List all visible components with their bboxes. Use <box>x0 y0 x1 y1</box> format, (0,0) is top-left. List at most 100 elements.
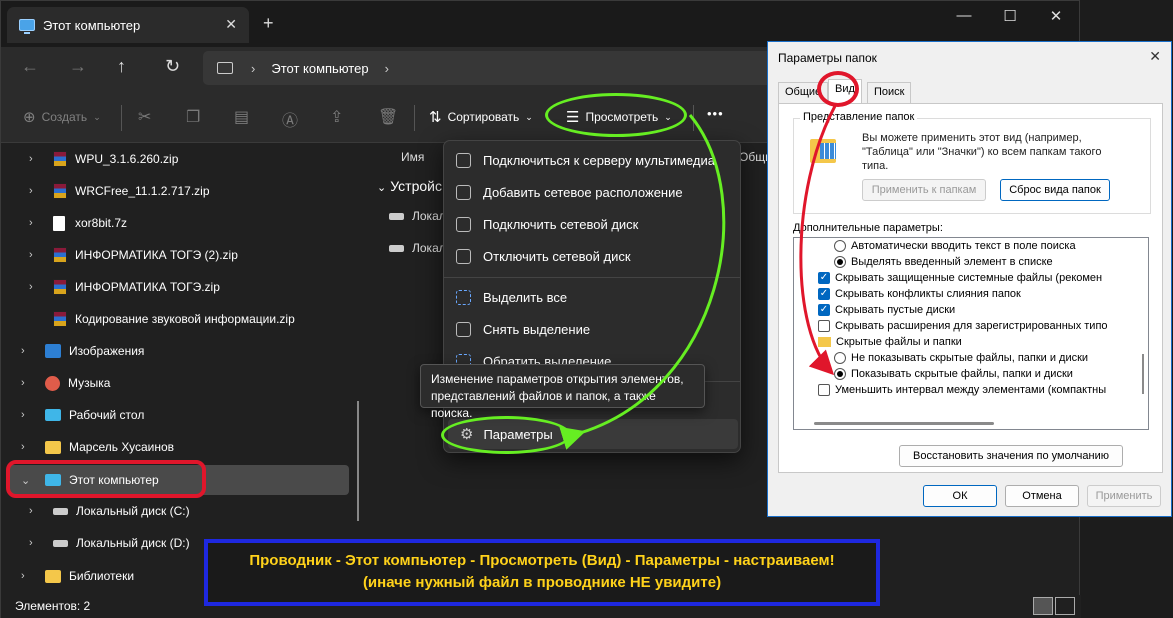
apply-button[interactable]: Применить <box>1087 485 1161 507</box>
checkbox[interactable] <box>818 320 830 332</box>
group-header[interactable]: ⌄ Устройс <box>377 178 442 194</box>
sidebar-item[interactable]: › WRCFree_11.1.2.717.zip <box>29 176 210 206</box>
menu-item-map-drive[interactable]: Подключить сетевой диск <box>444 209 740 239</box>
create-button[interactable]: ⊕ Создать ⌄ <box>23 108 101 126</box>
sidebar-item-drive-c[interactable]: › Локальный диск (C:) <box>29 496 190 526</box>
checkbox[interactable]: ✓ <box>818 288 830 300</box>
restore-defaults-button[interactable]: Восстановить значения по умолчанию <box>899 445 1123 467</box>
menu-divider <box>444 277 740 278</box>
sidebar-item-desktop[interactable]: › Рабочий стол <box>21 400 144 430</box>
reset-folders-button[interactable]: Сброс вида папок <box>1000 179 1110 201</box>
apply-to-folders-button[interactable]: Применить к папкам <box>862 179 986 201</box>
sidebar-item-user-folder[interactable]: › Марсель Хусаинов <box>21 432 174 462</box>
up-icon[interactable]: ↑ <box>117 56 126 77</box>
breadcrumb-separator[interactable]: › <box>385 61 389 76</box>
option-group-hidden-files: Скрытые файлы и папки <box>818 334 962 350</box>
radio-button[interactable] <box>834 240 846 252</box>
menu-item-network-location[interactable]: Добавить сетевое расположение <box>444 177 740 207</box>
details-view-icon[interactable] <box>1033 597 1053 615</box>
advanced-settings-list[interactable]: Автоматически вводить текст в поле поиск… <box>793 237 1149 430</box>
column-header-name[interactable]: Имя <box>401 150 424 164</box>
refresh-icon[interactable]: ↻ <box>165 56 180 77</box>
dialog-title: Параметры папок <box>778 51 877 65</box>
sidebar-item-label: Локальный диск (D:) <box>76 536 190 550</box>
option-hide-merge-conflicts[interactable]: ✓ Скрывать конфликты слияния папок <box>818 286 1021 302</box>
chevron-right-icon[interactable]: › <box>21 570 35 582</box>
option-select-typed-item[interactable]: Выделять введенный элемент в списке <box>834 254 1053 270</box>
sidebar-item-music[interactable]: › Музыка <box>21 368 110 398</box>
menu-item-select-none[interactable]: Снять выделение <box>444 314 740 344</box>
chevron-right-icon[interactable]: › <box>29 249 43 261</box>
option-auto-type-search[interactable]: Автоматически вводить текст в поле поиск… <box>834 238 1076 254</box>
sidebar-item-label: Музыка <box>68 376 111 390</box>
folder-icon <box>45 569 61 583</box>
checkbox[interactable]: ✓ <box>818 272 830 284</box>
cut-icon[interactable]: ✂ <box>138 107 151 127</box>
option-dont-show-hidden[interactable]: Не показывать скрытые файлы, папки и дис… <box>834 350 1088 366</box>
sidebar-item[interactable]: Кодирование звуковой информации.zip <box>53 304 295 334</box>
tab-this-pc[interactable]: Этот компьютер ✕ <box>7 7 249 43</box>
sidebar-item-pictures[interactable]: › Изображения <box>21 336 144 366</box>
option-hide-protected-files[interactable]: ✓ Скрывать защищенные системные файлы (ре… <box>818 270 1102 286</box>
drive-icon <box>53 539 68 547</box>
option-hide-extensions[interactable]: Скрывать расширения для зарегистрированн… <box>818 318 1108 334</box>
sidebar-item[interactable]: › ИНФОРМАТИКА ТОГЭ.zip <box>29 272 220 302</box>
address-field[interactable]: › Этот компьютер › <box>203 51 773 85</box>
chevron-right-icon[interactable]: › <box>21 409 35 421</box>
sidebar-item[interactable]: › ИНФОРМАТИКА ТОГЭ (2).zip <box>29 240 238 270</box>
chevron-right-icon[interactable]: › <box>29 505 43 517</box>
dialog-close-icon[interactable]: ✕ <box>1149 48 1161 65</box>
chevron-right-icon[interactable]: › <box>29 281 43 293</box>
list-scrollbar[interactable] <box>1142 354 1144 394</box>
drive-icon <box>389 244 404 252</box>
option-label: Скрывать защищенные системные файлы (рек… <box>835 272 1103 284</box>
menu-item-media-server[interactable]: Подключиться к серверу мультимедиа <box>444 145 740 175</box>
delete-icon[interactable]: 🗑 <box>378 107 398 127</box>
new-tab-button[interactable]: + <box>263 13 274 34</box>
content-item-drive[interactable]: Локал <box>389 241 446 255</box>
list-horizontal-scrollbar[interactable] <box>814 422 994 425</box>
chevron-right-icon[interactable]: › <box>29 537 43 549</box>
rename-icon[interactable]: Ⓐ <box>282 107 298 131</box>
option-hide-empty-drives[interactable]: ✓ Скрывать пустые диски <box>818 302 955 318</box>
sidebar-item-drive-d[interactable]: › Локальный диск (D:) <box>29 528 190 558</box>
chevron-right-icon[interactable]: › <box>29 153 43 165</box>
tab-search[interactable]: Поиск <box>867 82 912 104</box>
menu-item-select-all[interactable]: Выделить все <box>444 282 740 312</box>
chevron-right-icon[interactable]: › <box>21 345 35 357</box>
sidebar-scrollbar[interactable] <box>357 401 359 521</box>
radio-button[interactable] <box>834 352 846 364</box>
share-icon[interactable]: ⇪ <box>330 107 343 127</box>
option-show-hidden[interactable]: Показывать скрытые файлы, папки и диски <box>834 366 1073 382</box>
chevron-right-icon[interactable]: › <box>21 441 35 453</box>
radio-button[interactable] <box>834 368 846 380</box>
chevron-right-icon[interactable]: › <box>29 185 43 197</box>
forward-icon[interactable]: → <box>69 56 87 77</box>
option-compact-spacing[interactable]: Уменьшить интервал между элементами (ком… <box>818 382 1106 398</box>
menu-item-disconnect-drive[interactable]: Отключить сетевой диск <box>444 241 740 271</box>
sidebar-item[interactable]: › WPU_3.1.6.260.zip <box>29 144 178 174</box>
back-icon[interactable]: ← <box>21 56 39 77</box>
tab-close-icon[interactable]: ✕ <box>225 16 237 33</box>
checkbox[interactable] <box>818 384 830 396</box>
menu-item-label: Подключить сетевой диск <box>483 216 639 232</box>
paste-icon[interactable]: ▤ <box>234 107 249 127</box>
chevron-right-icon[interactable]: › <box>21 377 35 389</box>
content-item-drive[interactable]: Локал <box>389 209 446 223</box>
chevron-right-icon[interactable]: › <box>29 217 43 229</box>
breadcrumb-this-pc[interactable]: Этот компьютер <box>271 61 368 76</box>
sort-button[interactable]: ⇅ Сортировать ⌄ <box>429 108 533 126</box>
sidebar-item-label: Изображения <box>69 344 145 358</box>
sidebar-item[interactable]: › xor8bit.7z <box>29 208 127 238</box>
tiles-view-icon[interactable] <box>1055 597 1075 615</box>
maximize-button[interactable]: ☐ <box>995 7 1025 25</box>
cancel-button[interactable]: Отмена <box>1005 485 1079 507</box>
checkbox[interactable]: ✓ <box>818 304 830 316</box>
radio-button[interactable] <box>834 256 846 268</box>
ok-button[interactable]: ОК <box>923 485 997 507</box>
sidebar-item-libraries[interactable]: › Библиотеки <box>21 561 134 591</box>
close-button[interactable]: ✕ <box>1041 7 1071 25</box>
copy-icon[interactable]: ❐ <box>186 107 200 127</box>
minimize-button[interactable]: — <box>949 7 979 24</box>
more-icon[interactable]: ••• <box>707 106 724 121</box>
